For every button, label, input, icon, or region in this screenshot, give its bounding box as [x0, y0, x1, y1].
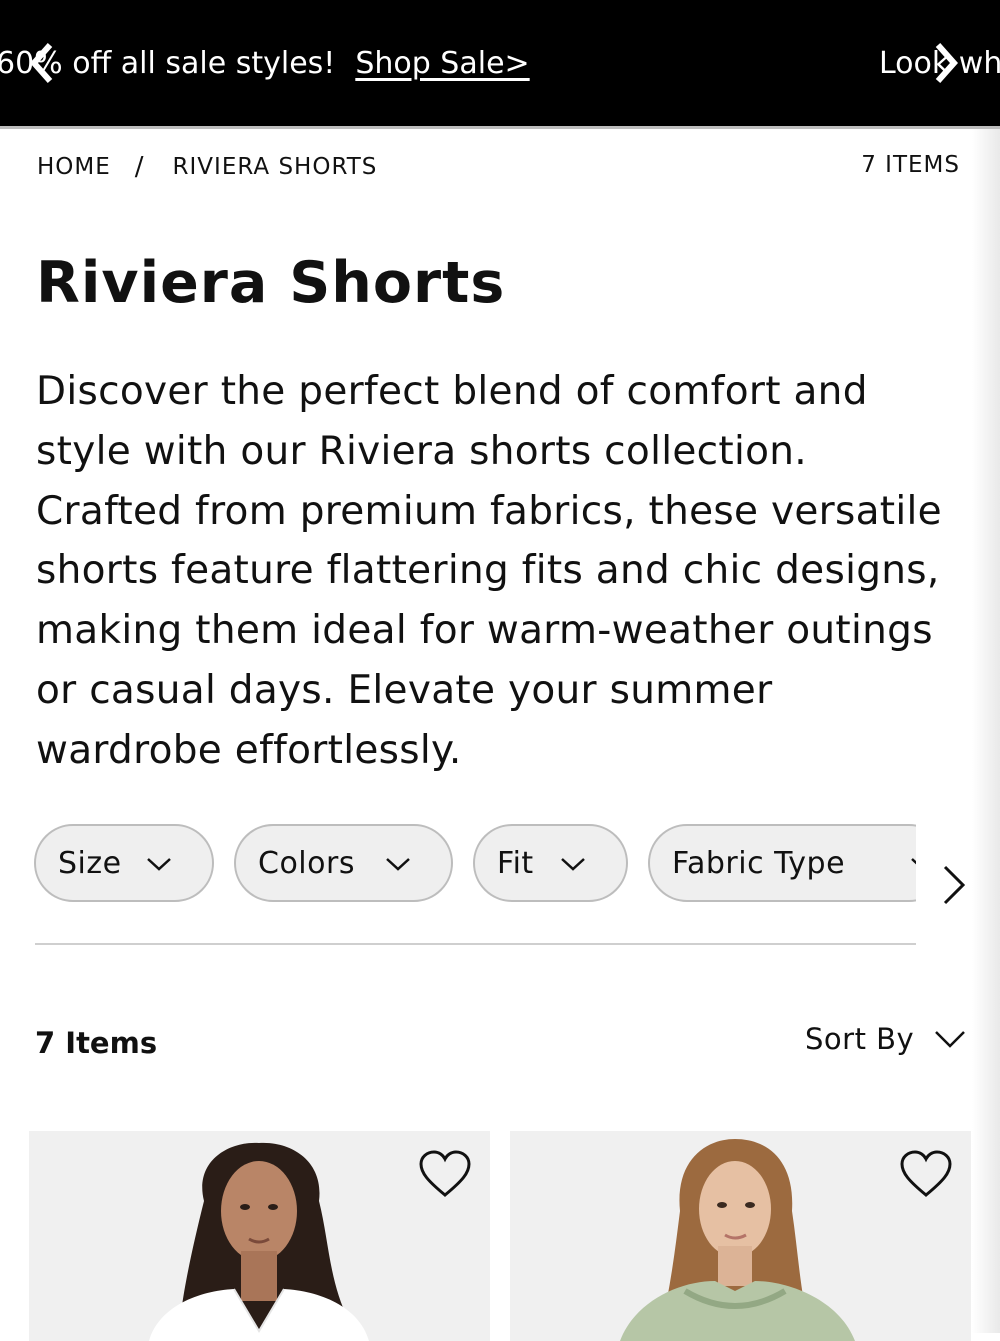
product-card[interactable]	[29, 1131, 490, 1341]
product-card[interactable]	[510, 1131, 971, 1341]
promo-message: 60% off all sale styles! Shop Sale>	[0, 0, 530, 127]
breadcrumb-separator: /	[134, 152, 145, 182]
results-count: 7 Items	[35, 1026, 158, 1060]
category-description: Discover the perfect blend of comfort an…	[36, 369, 942, 773]
filter-label: Fabric Type	[672, 845, 846, 881]
filter-label: Size	[58, 845, 122, 881]
filter-label: Fit	[497, 845, 534, 881]
promo-banner: 60% off all sale styles! Shop Sale> Look…	[0, 0, 1000, 127]
chevron-left-icon[interactable]	[30, 41, 54, 85]
sort-label: Sort By	[805, 1022, 915, 1056]
chevron-down-icon	[386, 858, 410, 871]
filter-fabric-type[interactable]: Fabric Type	[648, 824, 916, 902]
chevron-down-icon	[147, 858, 171, 871]
breadcrumb: HOME / RIVIERA SHORTS	[37, 152, 377, 182]
heart-icon[interactable]	[418, 1149, 472, 1199]
filter-fit[interactable]: Fit	[473, 824, 628, 902]
sort-by-dropdown[interactable]: Sort By	[805, 1022, 966, 1056]
header-item-count: 7 ITEMS	[861, 152, 960, 178]
heart-icon[interactable]	[899, 1149, 953, 1199]
page-title: Riviera Shorts	[36, 250, 506, 316]
filter-label: Colors	[258, 845, 355, 881]
promo-divider	[0, 126, 1000, 129]
filter-bar: Size Colors Fit Fabric Type	[34, 824, 916, 906]
shop-sale-link[interactable]: Shop Sale>	[355, 46, 529, 81]
filter-divider	[35, 943, 916, 945]
filter-size[interactable]: Size	[34, 824, 214, 902]
breadcrumb-home[interactable]: HOME	[37, 154, 111, 180]
filter-colors[interactable]: Colors	[234, 824, 453, 902]
breadcrumb-current: RIVIERA SHORTS	[172, 154, 378, 180]
chevron-down-icon	[561, 858, 585, 871]
chevron-right-icon[interactable]	[934, 41, 958, 85]
chevron-down-icon	[935, 1031, 966, 1048]
chevron-right-icon[interactable]	[941, 864, 967, 906]
chevron-down-icon	[911, 858, 916, 865]
scroll-edge	[972, 129, 1000, 1333]
